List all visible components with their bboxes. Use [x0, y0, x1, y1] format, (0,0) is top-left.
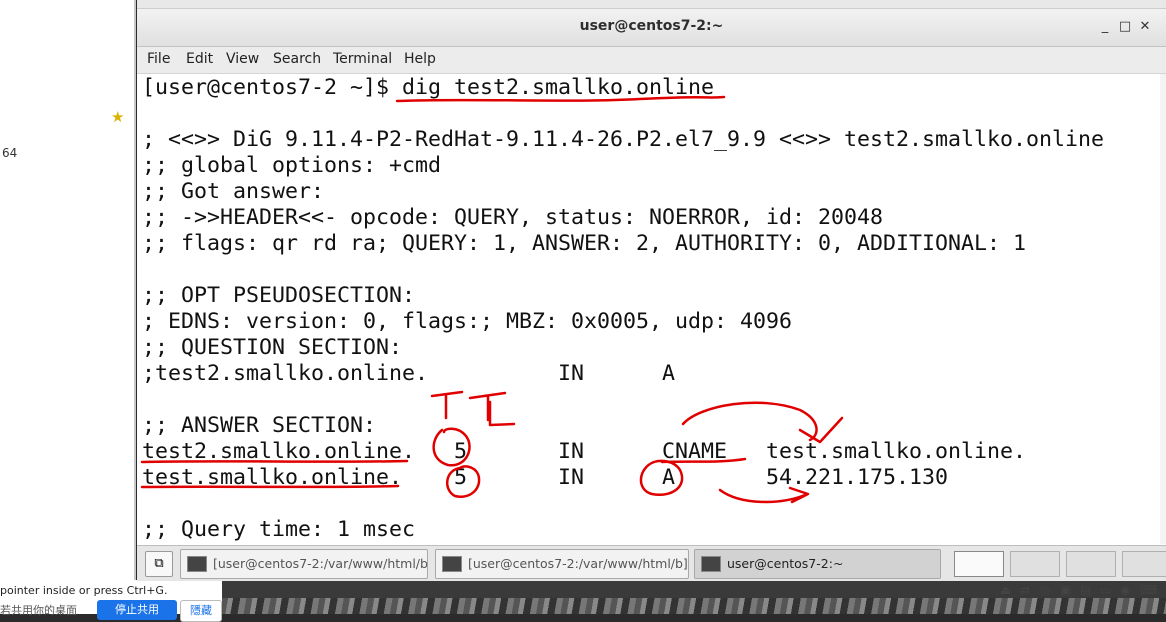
taskbar: ⧉ [user@centos7-2:/var/www/html/b] [user… [137, 545, 1166, 581]
terminal-output[interactable]: [user@centos7-2 ~]$ dig test2.smallko.on… [137, 74, 1166, 544]
title-bar[interactable]: user@centos7-2:~ _ □ ✕ [137, 9, 1166, 47]
display-icon[interactable]: ▭ [1100, 583, 1111, 597]
network-icon[interactable]: ⇄ [1020, 583, 1030, 597]
terminal-line: test.smallko.online. 5 IN A 54.221.175.1… [142, 465, 949, 490]
menu-file[interactable]: File [147, 51, 170, 67]
terminal-icon [701, 556, 721, 572]
terminal-line: ; EDNS: version: 0, flags:; MBZ: 0x0005,… [142, 309, 793, 334]
menu-terminal[interactable]: Terminal [333, 51, 392, 67]
terminal-window: user@centos7-2:~ _ □ ✕ File Edit View Se… [137, 0, 1166, 581]
workspace-2[interactable] [1010, 551, 1060, 577]
terminal-line: [user@centos7-2 ~]$ dig test2.smallko.on… [142, 75, 715, 100]
terminal-line: ;; flags: qr rd ra; QUERY: 1, ANSWER: 2,… [142, 231, 1027, 256]
workspace-3[interactable] [1066, 551, 1116, 577]
hide-button[interactable]: 隱藏 [180, 600, 222, 622]
usb-icon[interactable]: ▣ [1060, 583, 1071, 597]
menu-edit[interactable]: Edit [186, 51, 213, 67]
task-terminal-1[interactable]: [user@centos7-2:/var/www/html/b] [180, 549, 428, 579]
maximize-icon[interactable]: □ [1117, 19, 1133, 35]
terminal-line: ; <<>> DiG 9.11.4-P2-RedHat-9.11.4-26.P2… [142, 127, 1105, 152]
workspace-1[interactable] [954, 551, 1004, 577]
show-desktop-icon[interactable]: ⧉ [145, 551, 173, 577]
task-terminal-2[interactable]: [user@centos7-2:/var/www/html/b] [435, 549, 689, 579]
terminal-line: ;; OPT PSEUDOSECTION: [142, 283, 416, 308]
left-browser-panel: ★ 64 [0, 0, 136, 580]
terminal-line: ;; Got answer: [142, 179, 325, 204]
terminal-line: ;; Query time: 1 msec [142, 517, 416, 542]
folder-icon[interactable]: ▤ [1080, 583, 1091, 597]
terminal-line: ;test2.smallko.online. IN A [142, 361, 676, 386]
menu-view[interactable]: View [226, 51, 259, 67]
terminal-line: ;; QUESTION SECTION: [142, 335, 403, 360]
menu-search[interactable]: Search [273, 51, 321, 67]
eject-icon[interactable]: ⏏ [1000, 583, 1011, 597]
desktop-wallpaper [222, 598, 1166, 614]
terminal-line: ;; global options: +cmd [142, 153, 442, 178]
keyboard-icon[interactable]: ⌨ [1140, 583, 1157, 597]
pointer-hint: pointer inside or press Ctrl+G. [0, 584, 168, 597]
terminal-icon [187, 556, 207, 572]
sharing-text: 若共用你的桌面 [0, 604, 77, 617]
terminal-icon [442, 556, 462, 572]
terminal-line: ;; ->>HEADER<<- opcode: QUERY, status: N… [142, 205, 884, 230]
task-terminal-active[interactable]: user@centos7-2:~ [694, 549, 941, 579]
terminal-line: test2.smallko.online. 5 IN CNAME test.sm… [142, 439, 1027, 464]
star-icon[interactable]: ★ [111, 108, 124, 126]
minimize-icon[interactable]: _ [1097, 19, 1113, 35]
window-title: user@centos7-2:~ [579, 18, 724, 34]
terminal-line: ;; ANSWER SECTION: [142, 413, 377, 438]
record-icon[interactable]: ◉ [1120, 583, 1130, 597]
close-icon[interactable]: ✕ [1137, 19, 1153, 35]
window-top-strip [137, 0, 1166, 9]
side-number: 64 [2, 146, 18, 160]
stop-sharing-button[interactable]: 停止共用 [97, 600, 177, 620]
menu-help[interactable]: Help [404, 51, 436, 67]
workspace-4[interactable] [1122, 551, 1166, 577]
cd-icon[interactable]: ◎ [1040, 583, 1050, 597]
menu-bar: File Edit View Search Terminal Help [137, 47, 1166, 74]
scrollbar[interactable] [1160, 74, 1166, 544]
